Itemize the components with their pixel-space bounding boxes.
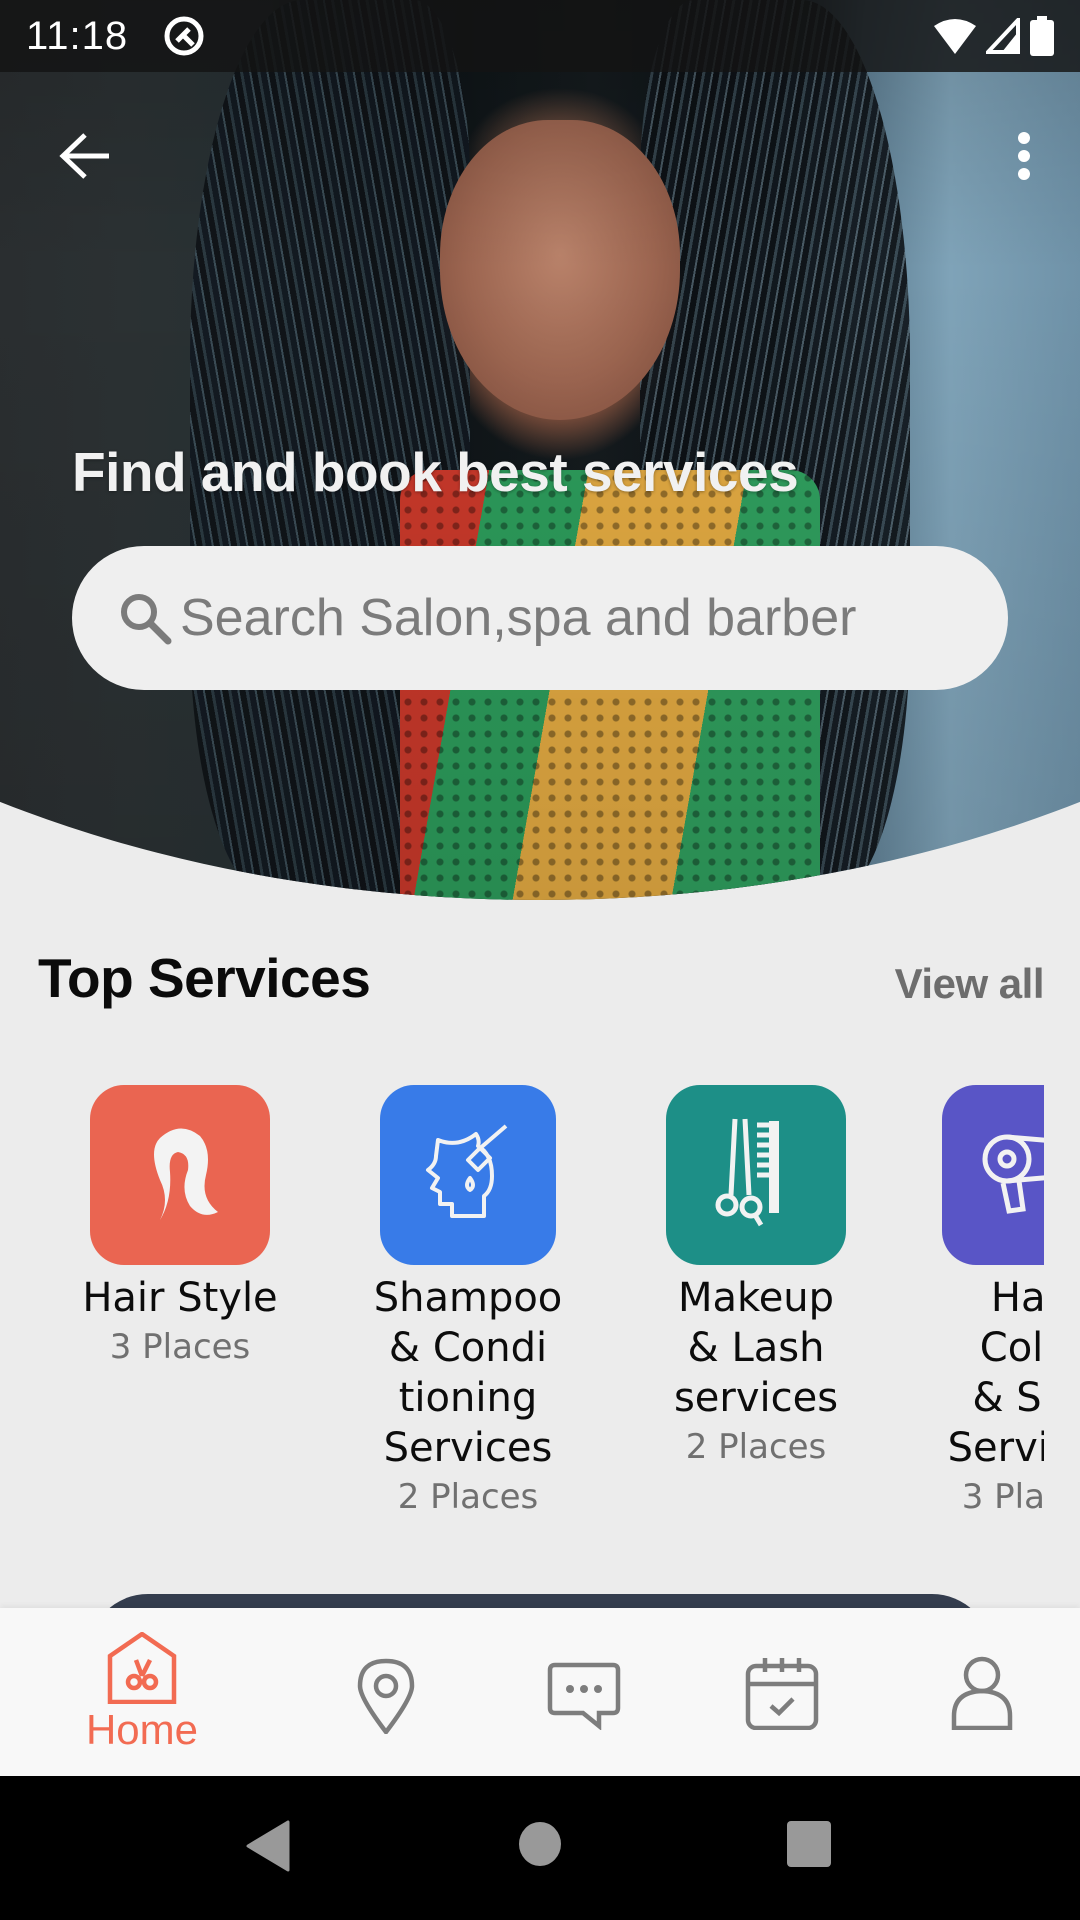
hero-title: Find and book best services [72, 441, 799, 503]
shampoo-head-icon [426, 1124, 508, 1218]
calendar-check-icon [745, 1658, 819, 1730]
recents-square-icon[interactable] [786, 1820, 832, 1868]
home-scissors-icon [107, 1632, 177, 1704]
back-triangle-icon[interactable] [244, 1820, 292, 1872]
service-places-count: 2 Places [397, 1477, 539, 1517]
battery-icon [1030, 16, 1054, 56]
app-bar [0, 100, 1080, 210]
service-item-makeup-lash[interactable]: Makeup & Lash services 2 Places [636, 1085, 876, 1469]
chat-bubble-icon [547, 1662, 621, 1730]
status-bar: 11:18 [0, 0, 1080, 72]
bottom-navigation: Home [0, 1608, 1080, 1776]
service-name: Hair Color & Spa Services [947, 1275, 1044, 1471]
service-tile [666, 1085, 846, 1265]
nav-item-home[interactable]: Home [82, 1608, 202, 1776]
search-icon [121, 594, 172, 645]
scissors-comb-icon [715, 1118, 779, 1227]
hair-dryer-icon [982, 1134, 1044, 1214]
home-circle-icon[interactable] [518, 1820, 562, 1868]
service-tile [380, 1085, 556, 1265]
top-services-title: Top Services [38, 947, 371, 1009]
view-all-link[interactable]: View all [895, 960, 1045, 1008]
service-tile [942, 1085, 1044, 1265]
service-item-hair-color-spa[interactable]: Hair Color & Spa Services 3 Places [912, 1085, 1044, 1519]
service-name: Hair Style [82, 1275, 278, 1321]
status-time: 11:18 [26, 13, 129, 58]
salon-home-screen: 11:18 Find and book best services Search… [0, 0, 1080, 1920]
system-navigation-bar [0, 1776, 1080, 1920]
service-tile [90, 1085, 270, 1265]
service-places-count: 3 Places [961, 1477, 1044, 1517]
nav-item-bookings[interactable] [742, 1608, 822, 1776]
service-item-shampoo[interactable]: Shampoo & Condi tioning Services 2 Place… [348, 1085, 588, 1519]
user-profile-icon [951, 1656, 1013, 1730]
nav-item-location[interactable] [346, 1608, 426, 1776]
top-services-carousel[interactable]: Hair Style 3 Places Shampoo & Condi tion… [0, 1085, 1044, 1535]
cellular-signal-icon [986, 18, 1020, 54]
hair-style-icon [154, 1128, 218, 1220]
service-name: Makeup & Lash services [673, 1275, 839, 1421]
nav-item-messages[interactable] [544, 1608, 624, 1776]
top-services-header: Top Services View all [38, 940, 1045, 1020]
service-item-hair-style[interactable]: Hair Style 3 Places [60, 1085, 300, 1369]
search-bar[interactable] [72, 546, 1008, 690]
at-sign-icon [164, 16, 204, 56]
service-name: Shampoo & Condi tioning Services [373, 1275, 563, 1471]
arrow-left-icon [59, 133, 109, 179]
location-pin-icon [357, 1658, 415, 1734]
more-options-button[interactable] [994, 124, 1054, 188]
wifi-icon [934, 19, 976, 54]
status-icons [934, 16, 1054, 56]
service-places-count: 2 Places [685, 1427, 827, 1467]
back-button[interactable] [50, 124, 120, 188]
nav-item-profile[interactable] [942, 1608, 1022, 1776]
service-places-count: 3 Places [109, 1327, 251, 1367]
search-input[interactable] [180, 588, 960, 648]
more-vertical-icon [1018, 132, 1030, 180]
nav-label-home: Home [85, 1706, 199, 1753]
